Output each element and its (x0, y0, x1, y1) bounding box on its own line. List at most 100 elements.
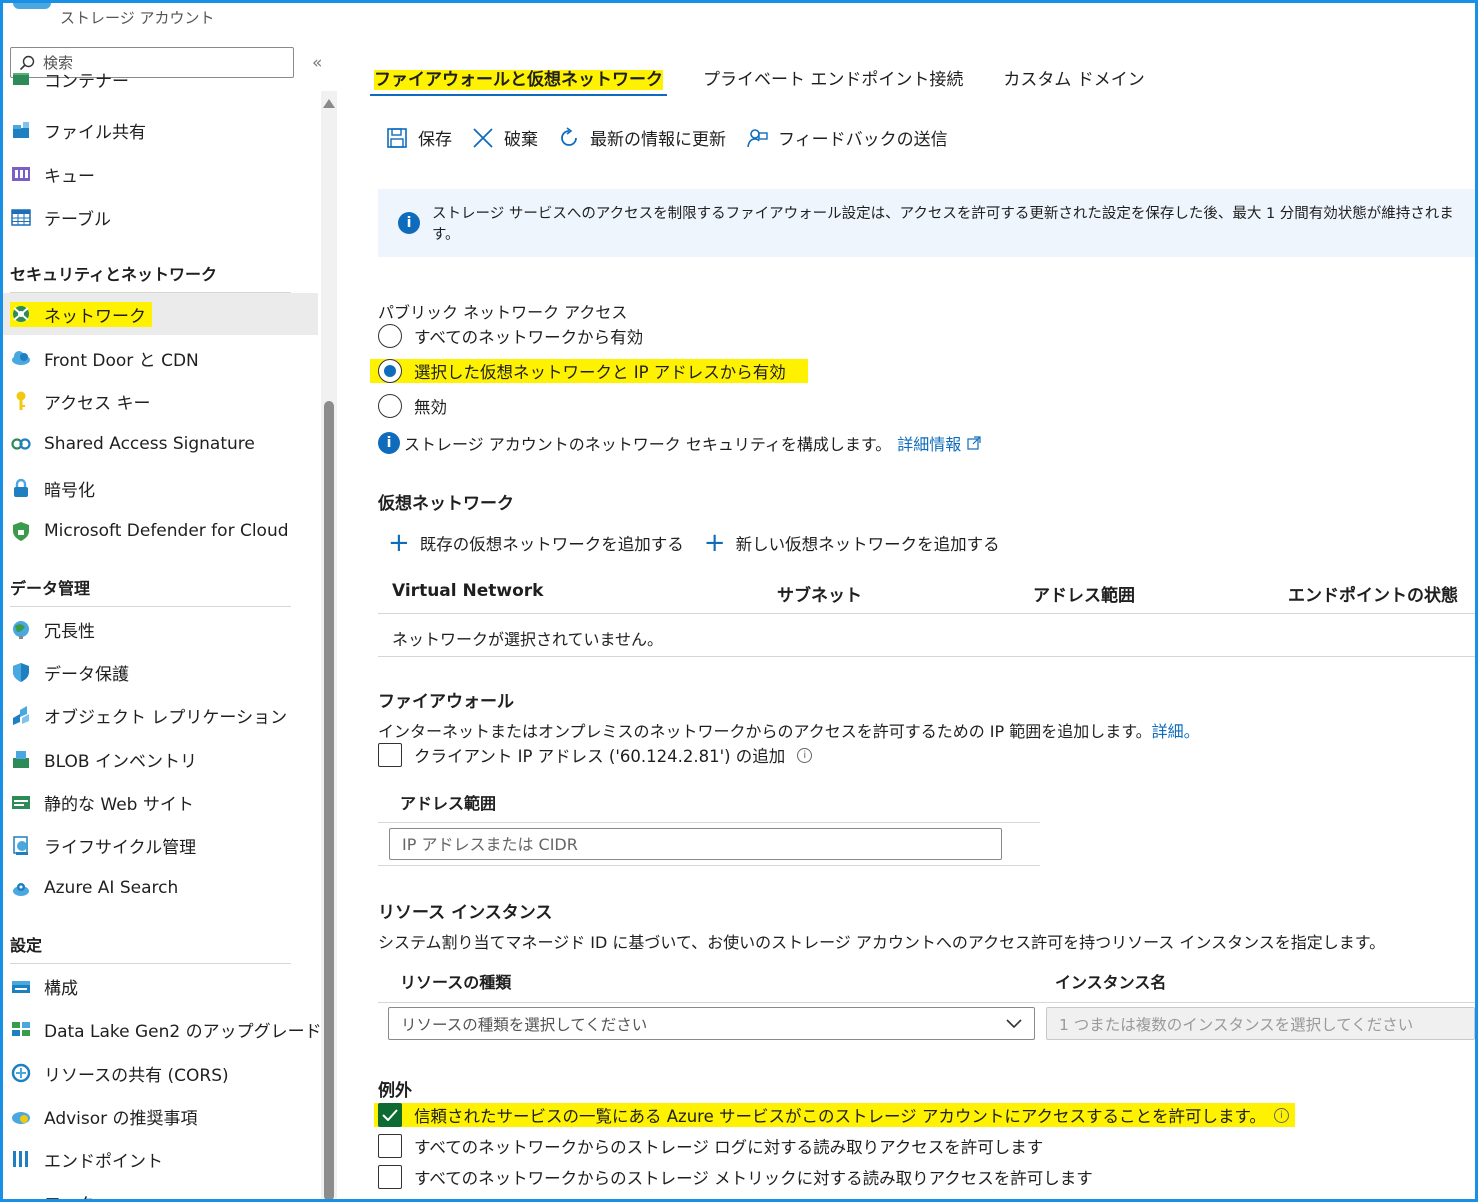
radio-selected-networks[interactable]: 選択した仮想ネットワークと IP アドレスから有効 (370, 359, 808, 383)
chevron-down-icon (1006, 1018, 1022, 1028)
firewall-heading: ファイアウォール (378, 692, 514, 712)
network-icon (10, 303, 32, 325)
cloud-icon (10, 347, 32, 369)
scroll-up-arrow-icon[interactable] (323, 99, 335, 108)
tab-custom-domain[interactable]: カスタム ドメイン (999, 63, 1148, 96)
column-header-instance-name: インスタンス名 (1055, 973, 1167, 992)
replication-icon (10, 704, 32, 726)
ip-address-input[interactable] (389, 828, 1002, 860)
client-ip-checkbox-row[interactable]: クライアント IP アドレス ('60.124.2.81') の追加 i (378, 743, 813, 767)
table-icon (10, 206, 32, 228)
endpoint-icon (10, 1148, 32, 1170)
column-header-resource-type: リソースの種類 (400, 973, 512, 992)
exception-storage-logs[interactable]: すべてのネットワークからのストレージ ログに対する読み取りアクセスを許可します (378, 1134, 1043, 1158)
info-icon[interactable]: i (797, 747, 813, 763)
radio-button[interactable] (378, 324, 402, 348)
sidebar-item-front-door[interactable]: Front Door と CDN (3, 337, 318, 379)
sidebar-section-security: セキュリティとネットワーク (10, 265, 218, 284)
collapse-sidebar-button[interactable]: « (312, 53, 322, 73)
close-icon (473, 127, 493, 148)
sidebar-item-blob-inventory[interactable]: BLOB インベントリ (3, 738, 318, 780)
refresh-icon (561, 126, 577, 146)
link-icon (10, 433, 32, 455)
sidebar-item-ai-search[interactable]: Azure AI Search (3, 867, 318, 909)
sidebar-item-queues[interactable]: キュー (3, 153, 318, 195)
sidebar-divider (10, 606, 291, 607)
sidebar-item-networking[interactable]: ネットワーク (3, 293, 318, 335)
refresh-button[interactable]: 最新の情報に更新 (558, 125, 726, 150)
exception-trusted-services[interactable]: 信頼されたサービスの一覧にある Azure サービスがこのストレージ アカウント… (374, 1103, 1295, 1127)
sidebar-item-cors[interactable]: リソースの共有 (CORS) (3, 1052, 318, 1094)
info-icon: i (398, 212, 420, 234)
exception-storage-metrics[interactable]: すべてのネットワークからのストレージ メトリックに対する読み取りアクセスを許可し… (378, 1165, 1093, 1189)
sidebar-item-tables[interactable]: テーブル (3, 196, 318, 238)
sidebar-item-defender[interactable]: Microsoft Defender for Cloud (3, 510, 318, 552)
add-existing-vnet-button[interactable]: + 既存の仮想ネットワークを追加する (388, 528, 684, 558)
network-security-note: i ストレージ アカウントのネットワーク セキュリティを構成します。 詳細情報 (378, 431, 981, 455)
vnet-add-actions: + 既存の仮想ネットワークを追加する + 新しい仮想ネットワークを追加する (388, 528, 1020, 558)
checkbox-checked[interactable] (378, 1103, 402, 1127)
sidebar-item-redundancy[interactable]: 冗長性 (3, 608, 318, 650)
sidebar-item-access-keys[interactable]: アクセス キー (3, 380, 318, 422)
radio-disabled[interactable]: 無効 (378, 394, 447, 418)
firewall-description: インターネットまたはオンプレミスのネットワークからのアクセスを許可するための I… (378, 722, 1200, 741)
checkbox[interactable] (378, 1165, 402, 1189)
sidebar-item-datalake-upgrade[interactable]: Data Lake Gen2 のアップグレード (3, 1008, 322, 1050)
sidebar-item-endpoints[interactable]: エンドポイント (3, 1138, 318, 1180)
sidebar-item-locks[interactable]: ロック (3, 1181, 318, 1200)
info-banner: i ストレージ サービスへのアクセスを制限するファイアウォール設定は、アクセスを… (378, 189, 1475, 257)
vnet-empty-message: ネットワークが選択されていません。 (392, 630, 664, 649)
feedback-button[interactable]: フィードバックの送信 (746, 125, 948, 150)
feedback-icon (747, 128, 768, 147)
lock-icon (10, 477, 32, 499)
table-divider (378, 865, 1040, 866)
column-header-address-range: アドレス範囲 (1033, 586, 1135, 606)
radio-button-selected[interactable] (378, 359, 402, 383)
client-ip-checkbox[interactable] (378, 743, 402, 767)
info-icon[interactable]: i (1273, 1107, 1289, 1123)
sidebar-item-data-protection[interactable]: データ保護 (3, 651, 318, 693)
sidebar-item-lifecycle[interactable]: ライフサイクル管理 (3, 824, 318, 866)
sidebar-section-data: データ管理 (10, 579, 91, 598)
tab-private-endpoints[interactable]: プライベート エンドポイント接続 (699, 63, 967, 96)
info-icon: i (378, 432, 400, 454)
radio-button[interactable] (378, 394, 402, 418)
config-icon (10, 975, 32, 997)
lock-icon (10, 1191, 32, 1199)
resource-type-title: ストレージ アカウント (60, 9, 215, 27)
search-input[interactable] (43, 53, 273, 72)
sidebar-item-encryption[interactable]: 暗号化 (3, 467, 318, 509)
sidebar-item-sas[interactable]: Shared Access Signature (3, 423, 318, 465)
add-new-vnet-button[interactable]: + 新しい仮想ネットワークを追加する (704, 530, 1000, 556)
sidebar-item-object-replication[interactable]: オブジェクト レプリケーション (3, 694, 318, 736)
sidebar-item-advisor[interactable]: Advisor の推奨事項 (3, 1095, 318, 1137)
learn-more-link[interactable]: 詳細情報 (897, 431, 961, 455)
sidebar-scroll-thumb[interactable] (324, 401, 334, 1199)
sidebar-item-containers[interactable]: コンテナー (3, 73, 318, 103)
resource-type-dropdown[interactable]: リソースの種類を選択してください (388, 1007, 1035, 1040)
sidebar-section-settings: 設定 (10, 936, 43, 955)
exceptions-heading: 例外 (378, 1081, 412, 1101)
plus-icon: + (388, 528, 410, 558)
sidebar: ストレージ アカウント « コンテナー ファイル共有 キュー テーブル セキュリ… (3, 3, 340, 1199)
firewall-learn-more-link[interactable]: 詳細。 (1152, 722, 1200, 741)
container-icon (10, 73, 32, 90)
sidebar-item-file-shares[interactable]: ファイル共有 (3, 109, 318, 151)
tab-firewall-vnet[interactable]: ファイアウォールと仮想ネットワーク (370, 63, 667, 96)
discard-button[interactable]: 破棄 (472, 125, 538, 150)
table-divider (378, 656, 1475, 657)
radio-all-networks[interactable]: すべてのネットワークから有効 (378, 324, 643, 348)
sidebar-item-configuration[interactable]: 構成 (3, 965, 318, 1007)
public-access-label: パブリック ネットワーク アクセス (378, 303, 628, 322)
sidebar-item-static-website[interactable]: 静的な Web サイト (3, 781, 318, 823)
save-button[interactable]: 保存 (386, 125, 452, 150)
storage-account-logo (13, 3, 51, 9)
table-divider (378, 1002, 1475, 1003)
queue-icon (10, 163, 32, 185)
external-link-icon[interactable] (967, 436, 981, 450)
tab-bar: ファイアウォールと仮想ネットワーク プライベート エンドポイント接続 カスタム … (370, 63, 1181, 96)
datalake-icon (10, 1018, 32, 1040)
cors-icon (10, 1062, 32, 1084)
checkbox[interactable] (378, 1134, 402, 1158)
lifecycle-icon (10, 834, 32, 856)
